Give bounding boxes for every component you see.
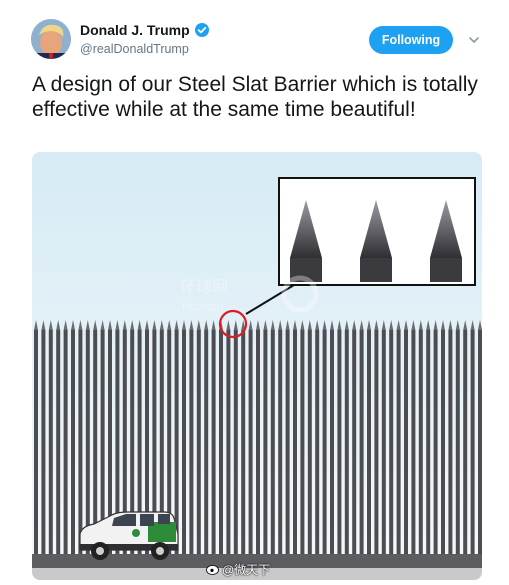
fence-slat <box>478 320 482 554</box>
fence-slat <box>241 320 246 554</box>
fence-slat <box>463 320 468 554</box>
fence-slat <box>219 320 223 554</box>
fence-slat <box>404 320 408 554</box>
fence-slat <box>433 320 438 554</box>
following-button[interactable]: Following <box>369 26 453 54</box>
fence-slat <box>63 320 68 554</box>
fence-slat <box>71 320 75 554</box>
fence-slat <box>196 320 201 554</box>
svg-text:Huanqiu: Huanqiu <box>182 301 223 313</box>
chevron-down-icon[interactable] <box>467 33 481 47</box>
fence-slat <box>174 320 179 554</box>
fence-slat <box>256 320 260 554</box>
fence-slat <box>367 320 371 554</box>
fence-slat <box>441 320 445 554</box>
fence-slat <box>48 320 53 554</box>
fence-slat <box>315 320 320 554</box>
fence-slat <box>374 320 379 554</box>
barrier-illustration: 环球网 Huanqiu <box>32 152 482 580</box>
fence-slat <box>41 320 46 554</box>
author-handle[interactable]: @realDonaldTrump <box>80 42 189 56</box>
fence-slat <box>85 320 90 554</box>
fence-slat <box>285 320 290 554</box>
fence-slat <box>278 320 283 554</box>
fence-slat <box>56 320 61 554</box>
fence-slat <box>34 320 38 554</box>
fence-slat <box>307 320 312 554</box>
fence-slat <box>337 320 342 554</box>
fence-slat <box>293 320 297 554</box>
fence-slat <box>396 320 401 554</box>
tweet-media-image[interactable]: 环球网 Huanqiu <box>32 152 482 580</box>
fence-slat <box>226 320 231 554</box>
fence-slat <box>93 320 98 554</box>
fence-slat <box>248 320 253 554</box>
fence-slat <box>470 320 475 554</box>
fence-slat <box>211 320 216 554</box>
fence-slat <box>78 320 83 554</box>
fence-slat <box>448 320 453 554</box>
fence-slat <box>411 320 416 554</box>
fence-slat <box>300 320 305 554</box>
fence-slat <box>426 320 431 554</box>
fence-slat <box>455 320 460 554</box>
fence-slat <box>330 320 334 554</box>
fence-slat <box>322 320 327 554</box>
tweet-text: A design of our Steel Slat Barrier which… <box>32 73 478 121</box>
fence-slat <box>189 320 194 554</box>
author-name[interactable]: Donald J. Trump <box>80 22 190 38</box>
weibo-logo-icon <box>206 562 220 575</box>
verified-badge-icon <box>195 23 209 37</box>
fence-slat <box>263 320 268 554</box>
fence-slat <box>418 320 423 554</box>
fence-slats <box>34 320 482 554</box>
fence-slat <box>359 320 364 554</box>
fence-slat <box>352 320 357 554</box>
fence-slat <box>204 320 209 554</box>
fence-slat <box>381 320 386 554</box>
fence-slat <box>182 320 186 554</box>
zoom-inset <box>278 177 476 286</box>
avatar[interactable] <box>31 19 71 59</box>
tweet-header: Donald J. Trump @realDonaldTrump Followi… <box>0 0 509 70</box>
svg-text:环球网: 环球网 <box>180 277 228 296</box>
fence-slat <box>389 320 394 554</box>
fence-slat <box>344 320 349 554</box>
fence-slat <box>270 320 275 554</box>
bottom-watermark: @微天下 <box>222 563 271 577</box>
fence-slat <box>233 320 238 554</box>
